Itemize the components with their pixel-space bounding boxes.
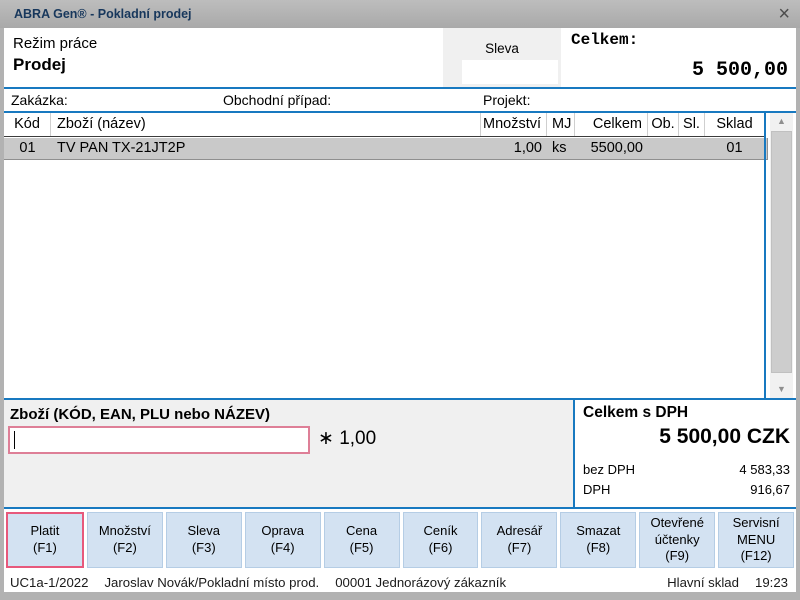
totals-title: Celkem s DPH: [583, 404, 688, 422]
column-header-ob[interactable]: Ob.: [648, 113, 679, 136]
cell-kod: 01: [4, 138, 51, 160]
dph-value: 916,67: [750, 482, 790, 497]
content-area: Režim práce Prodej Sleva Celkem: 5 500,0…: [4, 28, 796, 592]
table-right-border: [764, 113, 766, 398]
table-row[interactable]: 01 TV PAN TX-21JT2P 1,00 ks 5500,00 01: [4, 138, 768, 160]
button-fkey: (F4): [271, 540, 295, 557]
mnozstvi-button[interactable]: Množství (F2): [87, 512, 163, 568]
context-row: Zakázka: Obchodní případ: Projekt:: [4, 89, 796, 111]
pos-window: ABRA Gen® - Pokladní prodej × Režim prác…: [0, 0, 800, 600]
button-label: Otevřené účtenky: [642, 515, 712, 549]
vertical-scrollbar[interactable]: ▲ ▼: [770, 113, 793, 398]
column-header-kod[interactable]: Kód: [4, 113, 51, 136]
cell-mj: ks: [547, 138, 575, 160]
button-fkey: (F12): [741, 548, 772, 565]
discount-panel: Sleva: [443, 28, 561, 87]
status-bar: UC1a-1/2022 Jaroslav Novák/Pokladní míst…: [4, 573, 796, 592]
column-header-mnozstvi[interactable]: Množství: [481, 113, 547, 136]
totals-amount: 5 500,00 CZK: [659, 425, 790, 449]
cena-button[interactable]: Cena (F5): [324, 512, 400, 568]
total-value: 5 500,00: [692, 59, 788, 82]
bottom-section: Zboží (KÓD, EAN, PLU nebo NÁZEV) ∗ 1,00 …: [4, 400, 796, 507]
totals-panel: Celkem s DPH 5 500,00 CZK bez DPH 4 583,…: [575, 400, 796, 507]
button-label: Servisní MENU: [721, 515, 791, 549]
button-label: Adresář: [497, 523, 543, 540]
cell-ob: [648, 138, 679, 160]
discount-field[interactable]: [462, 60, 558, 84]
column-header-zbozi[interactable]: Zboží (název): [51, 113, 481, 136]
business-case-label: Obchodní případ:: [223, 92, 331, 108]
scroll-down-icon[interactable]: ▼: [770, 381, 793, 398]
tax-row-bez-dph: bez DPH 4 583,33: [583, 462, 790, 480]
discount-label: Sleva: [443, 41, 561, 56]
window-title: ABRA Gen® - Pokladní prodej: [14, 7, 192, 21]
button-fkey: (F3): [192, 540, 216, 557]
button-label: Platit: [31, 523, 60, 540]
items-table: Kód Zboží (název) Množství MJ Celkem Ob.…: [4, 113, 796, 398]
cell-celkem: 5500,00: [575, 138, 648, 160]
button-label: Sleva: [188, 523, 221, 540]
adresar-button[interactable]: Adresář (F7): [481, 512, 557, 568]
text-caret: [14, 431, 15, 449]
button-fkey: (F6): [429, 540, 453, 557]
servisni-menu-button[interactable]: Servisní MENU (F12): [718, 512, 794, 568]
button-label: Cena: [346, 523, 377, 540]
button-fkey: (F7): [507, 540, 531, 557]
button-label: Množství: [99, 523, 151, 540]
header-strip: Režim práce Prodej Sleva Celkem: 5 500,0…: [4, 28, 796, 87]
column-header-celkem[interactable]: Celkem: [575, 113, 648, 136]
project-label: Projekt:: [483, 92, 530, 108]
status-warehouse: Hlavní sklad: [667, 575, 739, 590]
cenik-button[interactable]: Ceník (F6): [403, 512, 479, 568]
status-left: UC1a-1/2022 Jaroslav Novák/Pokladní míst…: [10, 575, 506, 590]
button-label: Ceník: [424, 523, 458, 540]
scroll-up-icon[interactable]: ▲: [770, 113, 793, 130]
button-fkey: (F8): [586, 540, 610, 557]
cell-zbozi: TV PAN TX-21JT2P: [51, 138, 481, 160]
column-header-mj[interactable]: MJ: [547, 113, 575, 136]
column-header-sklad[interactable]: Sklad: [705, 113, 764, 136]
dph-label: DPH: [583, 482, 610, 497]
work-mode-value: Prodej: [13, 55, 66, 75]
otevrene-uctenky-button[interactable]: Otevřené účtenky (F9): [639, 512, 715, 568]
quantity-multiplier: ∗ 1,00: [318, 427, 376, 450]
button-fkey: (F9): [665, 548, 689, 565]
oprava-button[interactable]: Oprava (F4): [245, 512, 321, 568]
button-fkey: (F5): [350, 540, 374, 557]
sleva-button[interactable]: Sleva (F3): [166, 512, 242, 568]
tax-row-dph: DPH 916,67: [583, 482, 790, 500]
function-button-row: Platit (F1) Množství (F2) Sleva (F3) Opr…: [4, 509, 796, 571]
platit-button[interactable]: Platit (F1): [6, 512, 84, 568]
button-fkey: (F2): [113, 540, 137, 557]
status-document: UC1a-1/2022: [10, 575, 88, 590]
order-label: Zakázka:: [11, 92, 68, 108]
cell-sl: [679, 138, 705, 160]
work-mode-label: Režim práce: [13, 35, 97, 52]
item-entry-panel: Zboží (KÓD, EAN, PLU nebo NÁZEV) ∗ 1,00: [4, 400, 573, 507]
cell-sklad: 01: [705, 138, 764, 160]
item-entry-input[interactable]: [8, 426, 310, 454]
bez-dph-value: 4 583,33: [739, 462, 790, 477]
status-time: 19:23: [755, 575, 788, 590]
cell-mnozstvi: 1,00: [481, 138, 547, 160]
item-entry-label: Zboží (KÓD, EAN, PLU nebo NÁZEV): [10, 406, 270, 423]
table-header-row: Kód Zboží (název) Množství MJ Celkem Ob.…: [4, 113, 764, 137]
status-right: Hlavní sklad 19:23: [667, 575, 788, 590]
scrollbar-thumb[interactable]: [771, 131, 792, 373]
total-display: Celkem: 5 500,00: [563, 29, 796, 87]
status-operator: Jaroslav Novák/Pokladní místo prod.: [104, 575, 319, 590]
column-header-sl[interactable]: Sl.: [679, 113, 705, 136]
bez-dph-label: bez DPH: [583, 462, 635, 477]
button-label: Smazat: [576, 523, 620, 540]
close-icon[interactable]: ×: [778, 1, 790, 27]
status-customer: 00001 Jednorázový zákazník: [335, 575, 506, 590]
smazat-button[interactable]: Smazat (F8): [560, 512, 636, 568]
button-fkey: (F1): [33, 540, 57, 557]
total-label: Celkem:: [571, 31, 638, 49]
title-bar[interactable]: ABRA Gen® - Pokladní prodej ×: [0, 0, 800, 28]
button-label: Oprava: [261, 523, 304, 540]
